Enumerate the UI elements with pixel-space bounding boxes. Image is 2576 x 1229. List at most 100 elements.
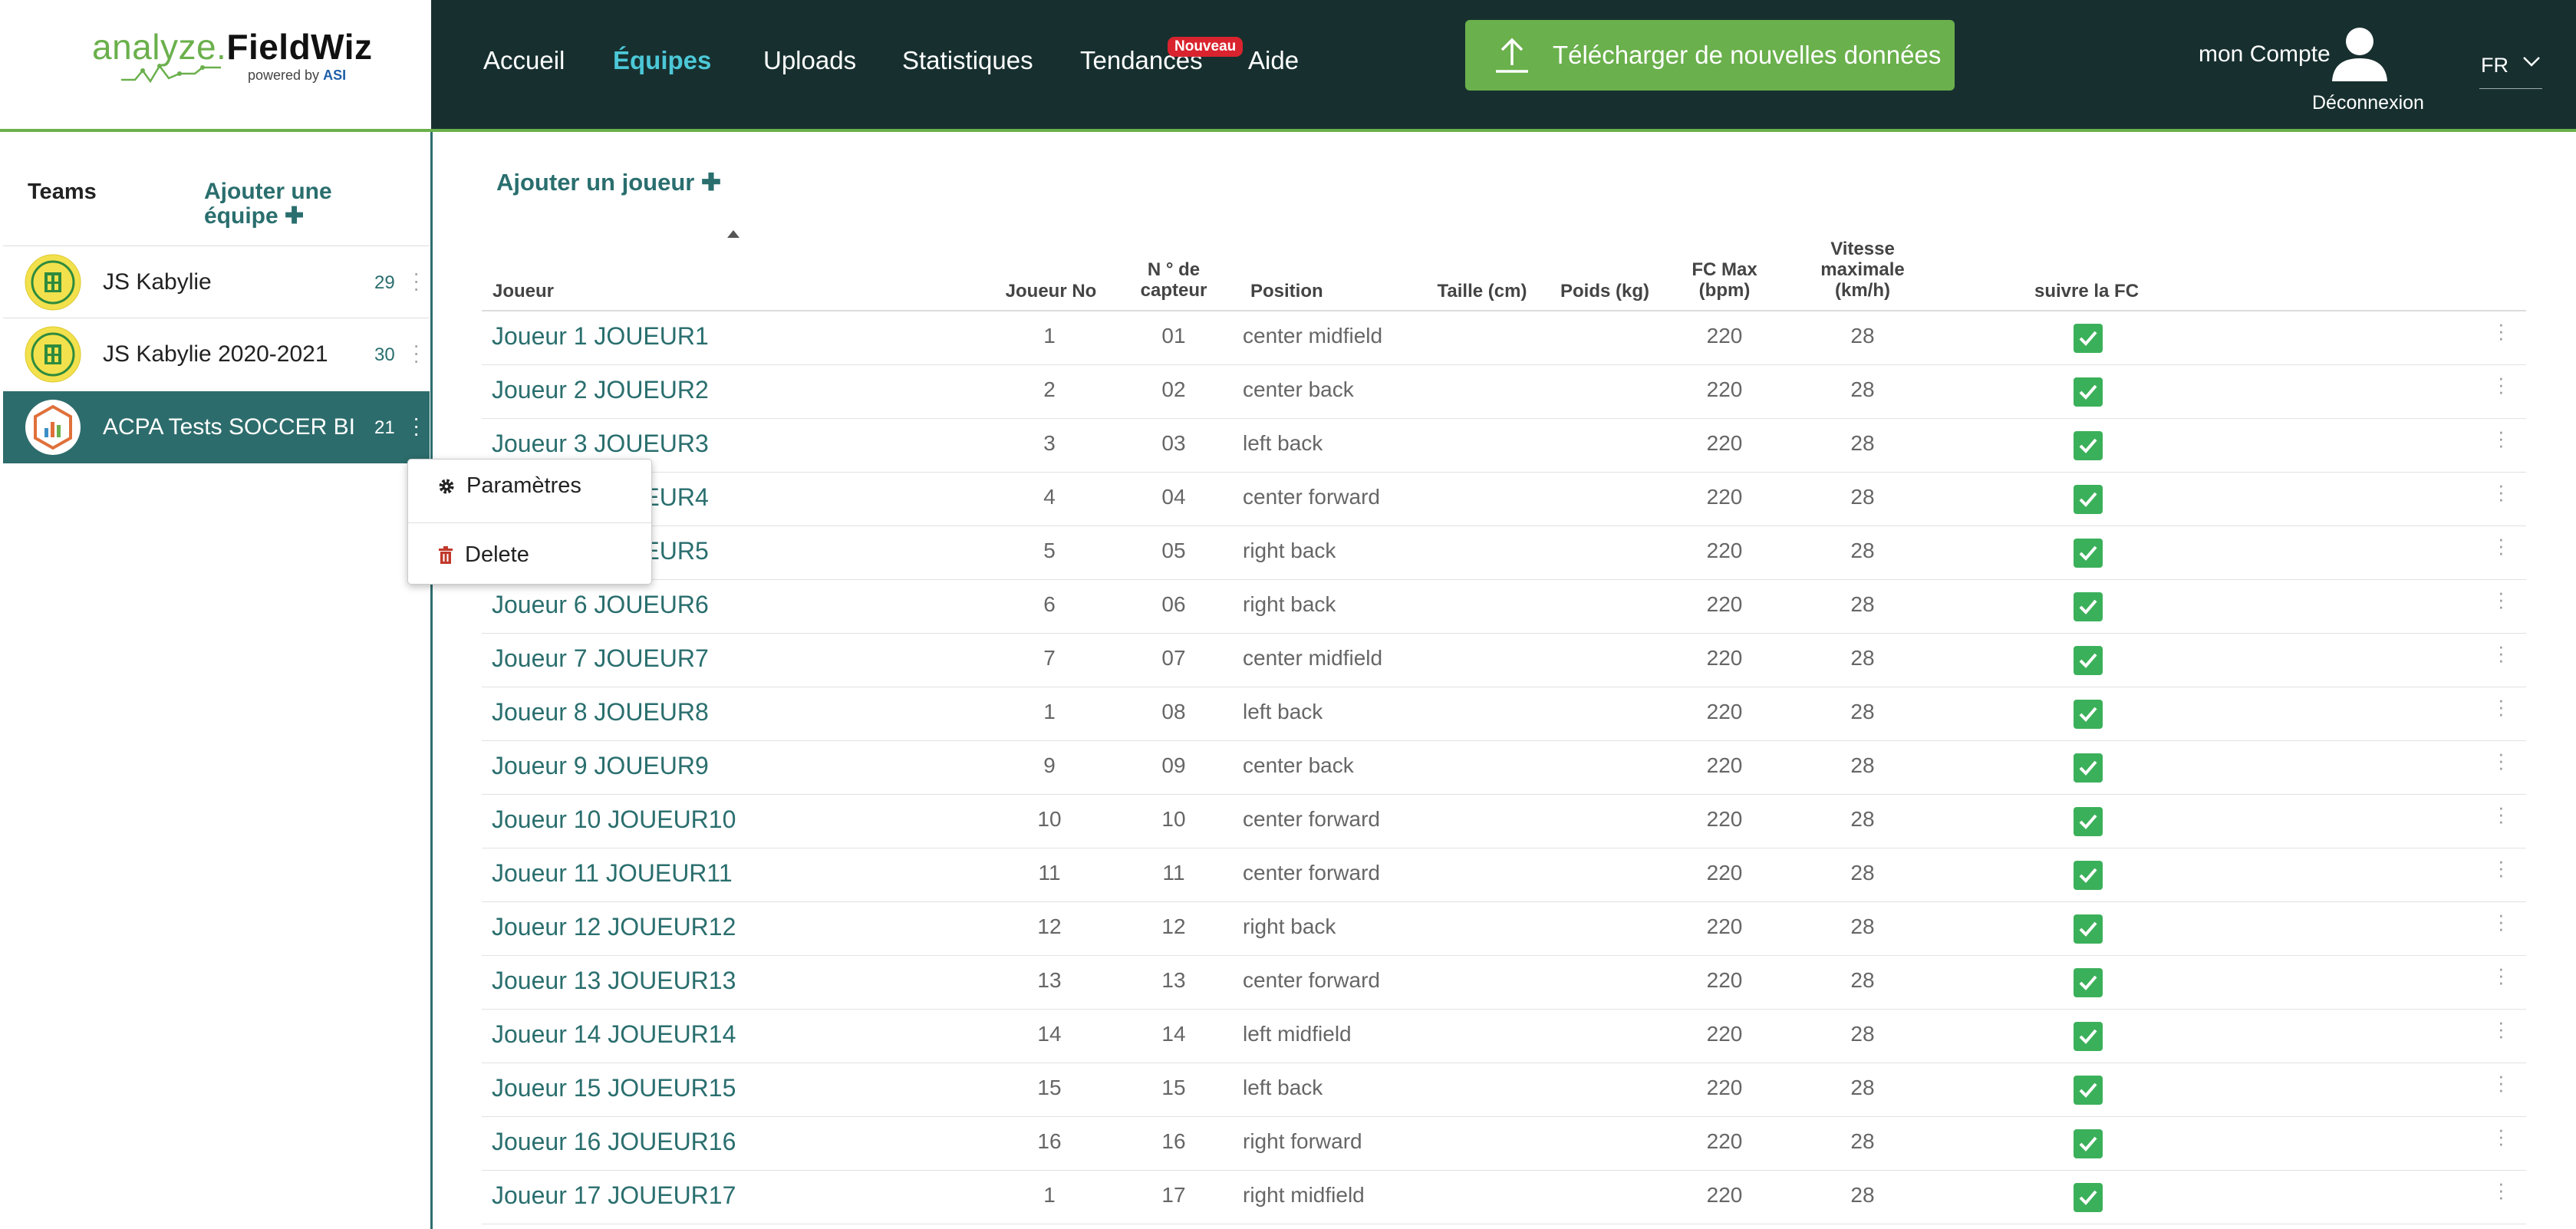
team-row-acpa-tests-soccer-bi[interactable]: ACPA Tests SOCCER BI 21 · · · [3,391,430,463]
track-hr-checkbox[interactable] [2074,646,2103,675]
account-link[interactable]: mon Compte [2199,41,2331,68]
table-row[interactable]: Joueur 14 JOUEUR14 14 14 left midfield 220 28… [482,1010,2526,1063]
table-row[interactable]: Joueur 1 JOUEUR1 1 01 center midfield 220 28 ·… [482,311,2526,365]
column-header-weight[interactable]: Poids (kg) [1551,281,1659,301]
kebab-menu-icon[interactable]: · · · [2498,367,2505,401]
player-name-link[interactable]: Joueur 8 JOUEUR8 [492,698,709,727]
track-hr-checkbox[interactable] [2074,1183,2103,1212]
player-name-link[interactable]: Joueur 7 JOUEUR7 [492,644,709,673]
column-header-player[interactable]: Joueur [492,281,554,301]
nav-uploads[interactable]: Uploads [763,46,856,75]
kebab-menu-icon[interactable]: · · · [2498,1066,2505,1099]
kebab-menu-icon[interactable]: · · · [2498,529,2505,562]
logo-text-fieldwiz: FieldWiz [226,27,373,67]
kebab-menu-icon[interactable]: · · · [2498,797,2505,831]
track-hr-checkbox[interactable] [2074,700,2103,729]
player-number: 4 [1043,485,1056,509]
track-hr-checkbox[interactable] [2074,1076,2103,1105]
table-row[interactable]: Joueur 5 JOUEUR5505right back22028··· [482,526,2526,580]
kebab-menu-icon[interactable]: · · · [2498,421,2505,455]
kebab-menu-icon[interactable]: · · · [2498,582,2505,616]
track-hr-checkbox[interactable] [2074,324,2103,353]
table-row[interactable]: Joueur 9 JOUEUR9 9 09 center back 220 28 · · · [482,741,2526,795]
track-hr-checkbox[interactable] [2074,377,2103,407]
table-row[interactable]: Joueur 6 JOUEUR6 6 06 right back 220 28 · · · [482,580,2526,634]
player-name-link[interactable]: Joueur 11 JOUEUR11 [492,859,733,888]
column-header-track-hr[interactable]: suivre la FC [2010,281,2163,301]
kebab-menu-icon[interactable]: · · · [2498,636,2505,670]
kebab-menu-icon[interactable]: · · · [2498,904,2505,938]
add-player-button[interactable]: Ajouter un joueur ✚ [496,169,721,196]
kebab-menu-icon[interactable]: · · · [413,407,420,444]
table-row[interactable]: Joueur 12 JOUEUR12 12 12 right back 220 28 · · · [482,902,2526,956]
table-row[interactable]: Joueur 2 JOUEUR2 2 02 center back 220 28 · · · [482,365,2526,419]
track-hr-checkbox[interactable] [2074,1129,2103,1158]
player-name-link[interactable]: Joueur 12 JOUEUR12 [492,913,736,941]
table-row[interactable]: Joueur 4 JOUEUR4404center forward22028··… [482,473,2526,526]
track-hr-checkbox[interactable] [2074,1022,2103,1051]
kebab-menu-icon[interactable]: · · · [2498,314,2505,348]
player-name-link[interactable]: Joueur 13 JOUEUR13 [492,967,736,995]
player-name-link[interactable]: Joueur 3 JOUEUR3 [492,430,709,458]
team-row-js-kabylie[interactable]: JS Kabylie 29 · · · [3,245,430,318]
player-name-link[interactable]: Joueur 15 JOUEUR15 [492,1074,736,1102]
player-name-link[interactable]: Joueur 9 JOUEUR9 [492,752,709,780]
column-header-position[interactable]: Position [1250,281,1323,301]
table-row[interactable]: Joueur 10 JOUEUR10 10 10 center forward 220 2… [482,795,2526,848]
table-row[interactable]: Joueur 17 JOUEUR17 1 17 right midfield 220 28… [482,1171,2526,1224]
column-header-max-speed[interactable]: Vitesse maximale (km/h) [1809,239,1916,301]
nav-statistiques[interactable]: Statistiques [902,46,1033,75]
kebab-menu-icon[interactable]: · · · [2498,958,2505,992]
track-hr-checkbox[interactable] [2074,753,2103,783]
table-row[interactable]: Joueur 16 JOUEUR16 16 16 right forward 220 28… [482,1117,2526,1171]
kebab-menu-icon[interactable]: · · · [2498,690,2505,723]
column-header-hr-max[interactable]: FC Max (bpm) [1678,259,1771,301]
upload-data-button[interactable]: Télécharger de nouvelles données [1465,20,1955,91]
column-header-height[interactable]: Taille (cm) [1428,281,1536,301]
kebab-menu-icon[interactable]: · · · [413,262,420,299]
kebab-menu-icon[interactable]: · · · [413,334,420,371]
settings-menu-item[interactable]: Paramètres [437,473,581,499]
kebab-menu-icon[interactable]: · · · [2498,1173,2505,1207]
track-hr-checkbox[interactable] [2074,968,2103,997]
delete-menu-item[interactable]: Delete [437,542,529,568]
track-hr-checkbox[interactable] [2074,592,2103,621]
nav-accueil[interactable]: Accueil [483,46,565,75]
column-header-sensor[interactable]: N ° de capteur [1128,259,1220,301]
player-name-link[interactable]: Joueur 14 JOUEUR14 [492,1020,736,1049]
kebab-menu-icon[interactable]: · · · [2498,475,2505,509]
player-name-link[interactable]: Joueur 16 JOUEUR16 [492,1128,736,1156]
player-name-link[interactable]: Joueur 10 JOUEUR10 [492,806,736,834]
logout-link[interactable]: Déconnexion [2312,92,2424,114]
table-row[interactable]: Joueur 8 JOUEUR8 1 08 left back 220 28 · · · [482,687,2526,741]
kebab-menu-icon[interactable]: · · · [2498,851,2505,885]
player-name-link[interactable]: Joueur 1 JOUEUR1 [492,322,709,351]
hr-max-value: 220 [1706,324,1743,348]
add-team-button[interactable]: Ajouter une équipe ✚ [204,180,388,229]
track-hr-checkbox[interactable] [2074,539,2103,568]
table-row[interactable]: Joueur 3 JOUEUR3 3 03 left back 220 28 · · · [482,419,2526,473]
table-row[interactable]: Joueur 15 JOUEUR15 15 15 left back 220 28 · · · [482,1063,2526,1117]
column-header-number[interactable]: Joueur No [997,281,1105,301]
player-name-link[interactable]: Joueur 2 JOUEUR2 [492,376,709,404]
track-hr-checkbox[interactable] [2074,431,2103,460]
nav-aide[interactable]: Aide [1248,46,1299,75]
logo[interactable]: analyze.FieldWiz powered by ASI [0,0,431,132]
track-hr-checkbox[interactable] [2074,807,2103,836]
nav-equipes[interactable]: Équipes [613,46,711,75]
sort-ascending-icon[interactable] [726,229,741,239]
player-name-link[interactable]: Joueur 17 JOUEUR17 [492,1181,736,1210]
kebab-menu-icon[interactable]: · · · [2498,1119,2505,1153]
track-hr-checkbox[interactable] [2074,861,2103,890]
kebab-menu-icon[interactable]: · · · [2498,743,2505,777]
track-hr-checkbox[interactable] [2074,485,2103,514]
language-select[interactable]: FR [2479,48,2542,89]
table-row[interactable]: Joueur 11 JOUEUR11 11 11 center forward 220 2… [482,848,2526,902]
user-avatar-icon[interactable] [2329,26,2390,81]
table-row[interactable]: Joueur 7 JOUEUR7 7 07 center midfield 220 28 ·… [482,634,2526,687]
player-name-link[interactable]: Joueur 6 JOUEUR6 [492,591,709,619]
team-row-js-kabylie-2020-2021[interactable]: JS Kabylie 2020-2021 30 · · · [3,318,430,390]
track-hr-checkbox[interactable] [2074,914,2103,944]
kebab-menu-icon[interactable]: · · · [2498,1012,2505,1046]
table-row[interactable]: Joueur 13 JOUEUR13 13 13 center forward 220 2… [482,956,2526,1010]
